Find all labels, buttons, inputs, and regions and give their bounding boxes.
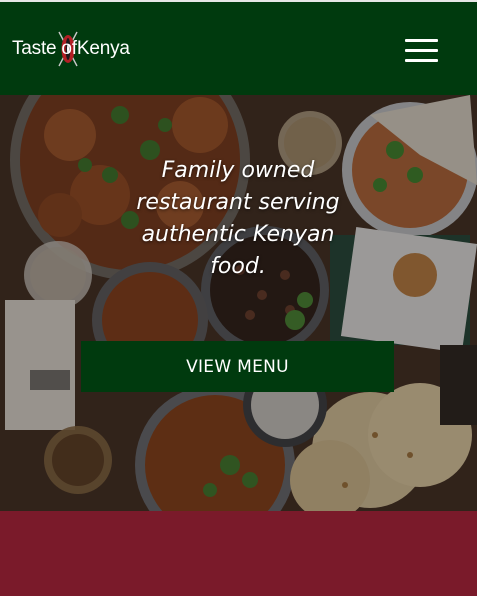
footer-band bbox=[0, 511, 477, 596]
hamburger-menu-icon[interactable] bbox=[401, 35, 441, 65]
hero-section: Family owned restaurant serving authenti… bbox=[0, 95, 477, 511]
site-logo[interactable]: Taste of Kenya bbox=[12, 31, 130, 67]
site-header: Taste of Kenya bbox=[0, 0, 477, 95]
logo-text-of: of bbox=[61, 38, 77, 59]
logo-text-taste: Taste bbox=[12, 38, 57, 59]
logo-text-kenya: Kenya bbox=[76, 38, 130, 59]
hero-tagline: Family owned restaurant serving authenti… bbox=[136, 158, 340, 279]
view-menu-button[interactable]: VIEW MENU bbox=[81, 341, 394, 392]
